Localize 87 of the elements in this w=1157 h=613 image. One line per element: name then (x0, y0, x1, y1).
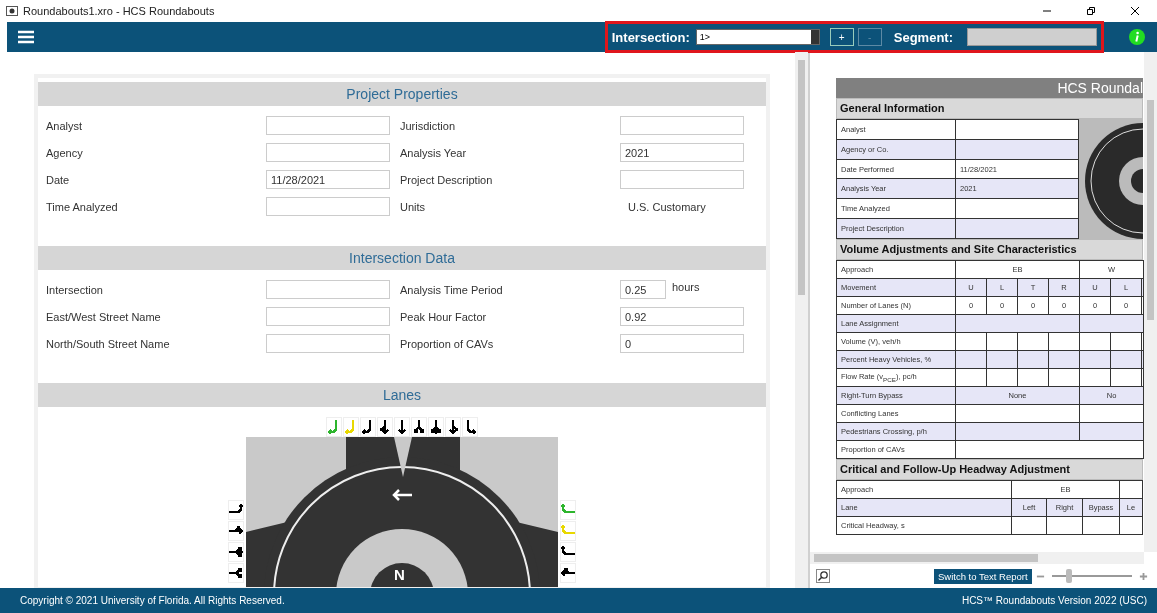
lane-arrow-icon[interactable] (430, 418, 442, 435)
section-header: Project Properties (38, 82, 766, 106)
segment-label: Segment: (893, 29, 953, 45)
lane-arrow-icon[interactable] (466, 418, 477, 436)
field-label: Units (400, 200, 427, 213)
input-field[interactable] (620, 116, 744, 135)
scrollbar-thumb[interactable] (1147, 100, 1154, 320)
report-cell (1017, 332, 1049, 351)
intersection-label: Intersection: (611, 29, 690, 45)
version-text: HCS™ Roundabouts Version 2022 (USC) (961, 595, 1147, 606)
lane-arrow-icon[interactable] (228, 503, 244, 514)
lane-arrow-icon[interactable] (560, 567, 576, 578)
field-label: Analysis Year (400, 146, 468, 159)
restore-icon[interactable] (1086, 6, 1096, 16)
report-cell (1119, 516, 1143, 535)
input-field[interactable]: 0.92 (620, 307, 744, 326)
field-label: Agency (46, 146, 84, 159)
lane-arrow-icon[interactable] (228, 525, 244, 536)
lane-arrow-icon[interactable] (397, 418, 407, 435)
intersection-dropdown[interactable]: 1> (695, 29, 820, 45)
report-cell (1017, 368, 1049, 387)
report-cell (1048, 332, 1080, 351)
copyright-text: Copyright © 2021 University of Florida. All Rights Reserved. (20, 595, 285, 606)
field-label: North/South Street Name (46, 337, 171, 350)
section-header: Intersection Data (38, 246, 766, 270)
switch-to-text-report-button[interactable]: Switch to Text Report (934, 568, 1032, 584)
zoom-in-icon[interactable] (1138, 571, 1148, 581)
report-cell (986, 368, 1018, 387)
search-icon[interactable] (816, 569, 830, 583)
field-label: Time Analyzed (46, 200, 119, 213)
lane-arrow-icon[interactable] (448, 418, 459, 435)
report-cell (955, 332, 987, 351)
report-cell (1119, 480, 1143, 499)
close-icon[interactable] (1130, 6, 1140, 16)
report-cell (1110, 368, 1142, 387)
field-label: Date (46, 173, 71, 186)
report-title: HCS Roundal (836, 78, 1143, 98)
input-field[interactable]: 0 (620, 334, 744, 353)
field-label: Analyst (46, 119, 84, 132)
lane-arrow-icon[interactable] (413, 418, 425, 434)
lane-arrow-icon[interactable] (560, 545, 576, 556)
report-cell (1011, 516, 1047, 535)
input-field[interactable] (266, 116, 390, 135)
app-icon (6, 5, 18, 17)
input-field[interactable] (266, 197, 390, 216)
report-section-header: General Information (836, 98, 1143, 119)
scrollbar-thumb[interactable] (798, 60, 805, 295)
window-title: Roundabouts1.xro - HCS Roundabouts (23, 5, 215, 17)
lane-arrow-icon[interactable] (228, 546, 244, 558)
lane-arrow-icon[interactable] (228, 567, 243, 579)
report-cell (986, 332, 1018, 351)
section-header: Lanes (38, 383, 766, 407)
report-cell (1046, 516, 1083, 535)
field-value: U.S. Customary (627, 200, 706, 213)
field-label: Project Description (400, 173, 494, 186)
field-label: Intersection (46, 283, 104, 296)
unit-label: hours (672, 281, 700, 293)
field-label: East/West Street Name (46, 310, 162, 323)
input-field[interactable] (266, 334, 390, 353)
report-cell (1079, 368, 1111, 387)
north-label: N (394, 567, 405, 582)
report-cell (955, 368, 987, 387)
add-intersection-button[interactable]: + (829, 28, 854, 46)
input-field[interactable] (266, 280, 390, 299)
input-field[interactable]: 11/28/2021 (266, 170, 390, 189)
input-field[interactable]: 2021 (620, 143, 744, 162)
field-label: Proportion of CAVs (400, 337, 495, 350)
field-label: Peak Hour Factor (400, 310, 488, 323)
field-label: Analysis Time Period (400, 283, 504, 296)
input-field[interactable]: 0.25 (620, 280, 666, 299)
info-icon[interactable] (1129, 29, 1145, 45)
lane-arrow-icon[interactable] (361, 418, 372, 436)
menu-icon[interactable] (18, 30, 34, 44)
zoom-slider-thumb[interactable] (1065, 569, 1072, 583)
scrollbar-thumb[interactable] (814, 554, 1038, 562)
report-cell (1082, 516, 1120, 535)
report-cell (1048, 368, 1080, 387)
input-field[interactable] (266, 307, 390, 326)
lane-arrow-icon[interactable] (379, 418, 390, 435)
report-section-header: Critical and Follow-Up Headway Adjustment (836, 459, 1143, 480)
report-section-header: Volume Adjustments and Site Characteristics (836, 239, 1143, 260)
field-label: Jurisdiction (400, 119, 457, 132)
report-cell (1079, 332, 1111, 351)
input-field[interactable] (620, 170, 744, 189)
report-cell (1079, 404, 1144, 423)
report-cell (1110, 332, 1142, 351)
input-field[interactable] (266, 143, 390, 162)
